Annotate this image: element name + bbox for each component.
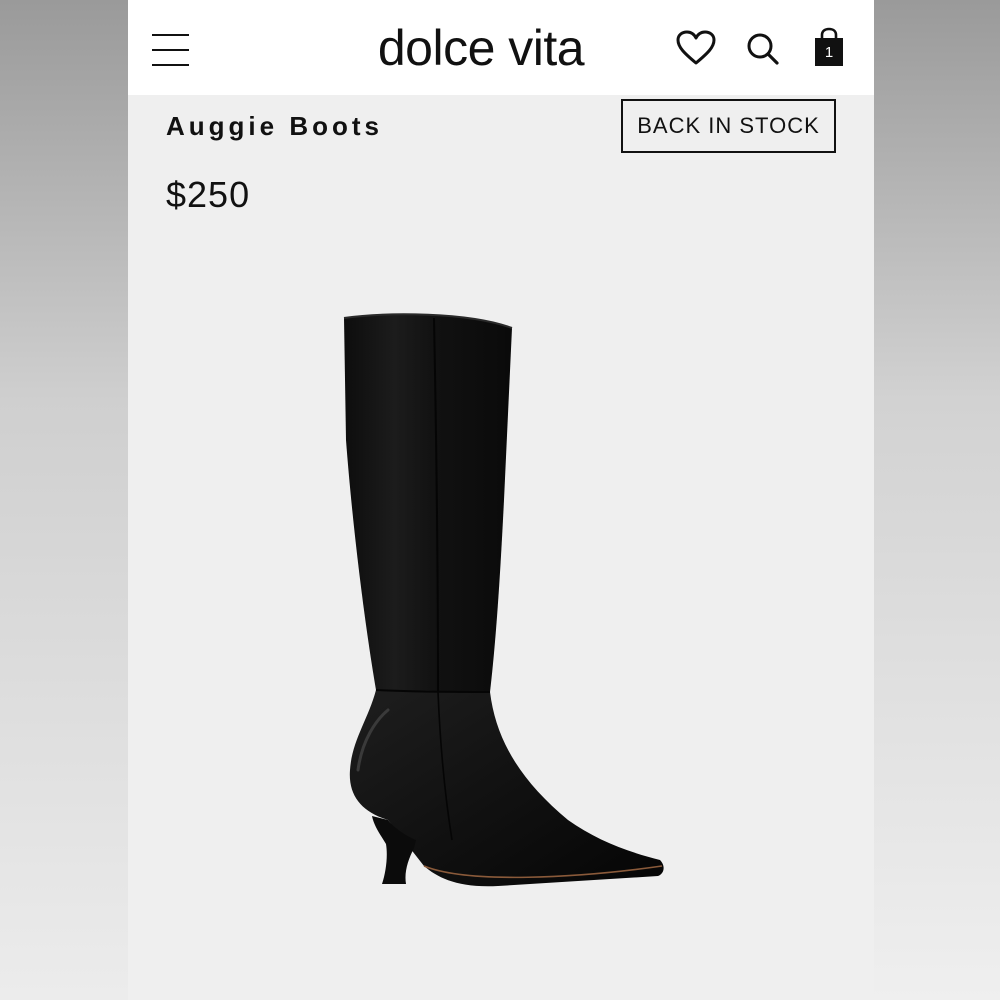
product-title: Auggie Boots: [166, 111, 383, 141]
product-image[interactable]: [328, 300, 678, 900]
back-in-stock-badge: BACK IN STOCK: [621, 99, 836, 153]
search-icon[interactable]: [746, 32, 780, 66]
background-left: [0, 0, 128, 1000]
bag-count-badge: 1: [824, 44, 834, 61]
black-knee-high-boot-image: [343, 313, 664, 887]
background-right: [874, 0, 1000, 1000]
phone-screen: dolce vita 1 Auggie Boots BACK IN STOCK …: [128, 0, 874, 1000]
shopping-bag-icon[interactable]: 1: [812, 26, 846, 68]
site-header: dolce vita 1: [128, 0, 874, 95]
heart-icon[interactable]: [676, 30, 716, 66]
hamburger-menu-icon[interactable]: [152, 32, 190, 68]
brand-logo[interactable]: dolce vita: [358, 18, 604, 78]
product-price: $250: [166, 174, 251, 215]
